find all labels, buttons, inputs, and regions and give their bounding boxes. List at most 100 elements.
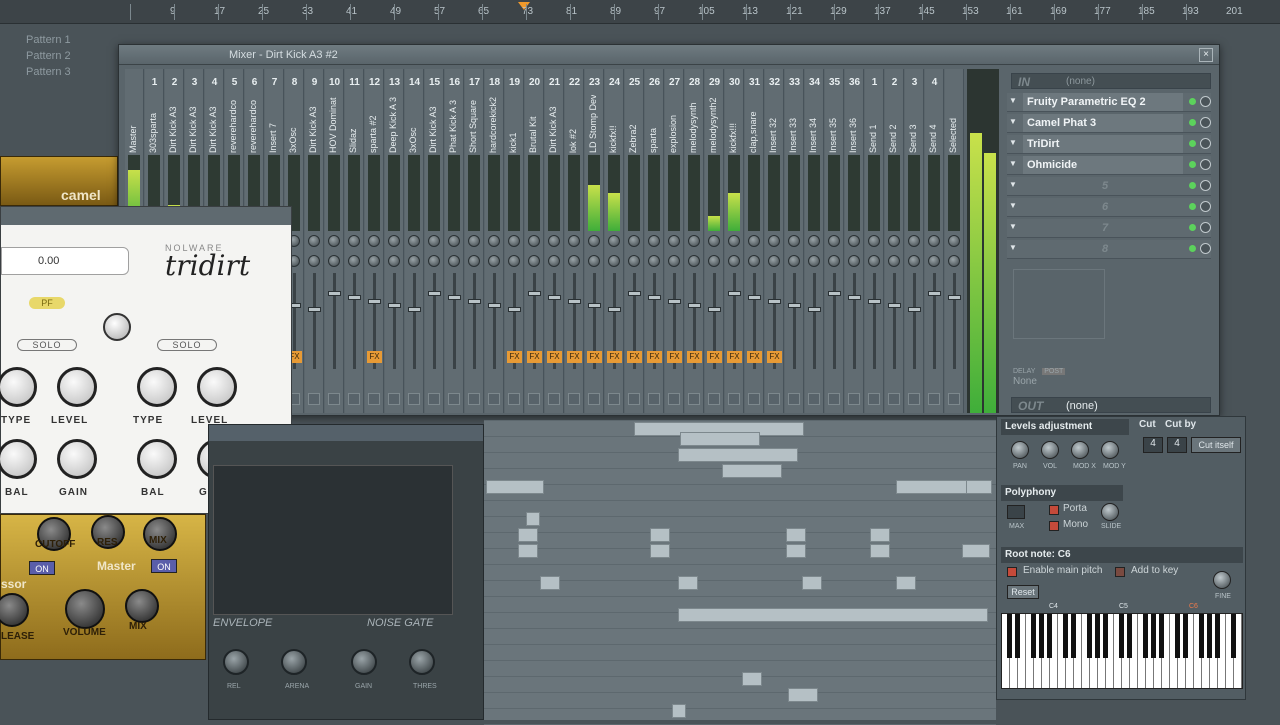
slot-label[interactable]: TriDirt	[1023, 135, 1183, 153]
mixer-strip[interactable]: 14 3xOsc	[405, 69, 424, 413]
slide-knob[interactable]	[1101, 503, 1119, 521]
route-button[interactable]	[308, 393, 320, 405]
pan-knob[interactable]	[848, 235, 860, 247]
pan-knob[interactable]	[408, 235, 420, 247]
stereo-knob[interactable]	[488, 255, 500, 267]
stereo-knob[interactable]	[848, 255, 860, 267]
volume-fader[interactable]	[448, 273, 461, 369]
note-block[interactable]	[788, 688, 818, 702]
volume-fader[interactable]	[868, 273, 881, 369]
effect-slot[interactable]: ▼ Camel Phat 3	[1007, 114, 1211, 133]
note-block[interactable]	[896, 576, 916, 590]
route-button[interactable]	[728, 393, 740, 405]
note-block[interactable]	[672, 704, 686, 718]
slot-label[interactable]: 7	[1023, 219, 1183, 237]
black-key[interactable]	[1031, 614, 1036, 658]
stereo-knob[interactable]	[388, 255, 400, 267]
mixer-strip[interactable]: 25 Zebra2 FX	[625, 69, 644, 413]
note-block[interactable]	[786, 544, 806, 558]
mixer-strip[interactable]: 24 kickfx!! FX	[605, 69, 624, 413]
route-button[interactable]	[388, 393, 400, 405]
volume-fader[interactable]	[408, 273, 421, 369]
stereo-knob[interactable]	[788, 255, 800, 267]
pan-knob[interactable]	[868, 235, 880, 247]
pattern-item[interactable]: Pattern 3	[26, 66, 71, 78]
mixer-strip[interactable]: 31 clap,snare FX	[745, 69, 764, 413]
mixer-strip[interactable]: 4 Send 4	[925, 69, 944, 413]
mixer-strip[interactable]: Selected	[945, 69, 964, 413]
route-button[interactable]	[408, 393, 420, 405]
note-block[interactable]	[650, 528, 670, 542]
slot-enable-led[interactable]	[1189, 245, 1196, 252]
slot-menu-arrow-icon[interactable]: ▼	[1009, 201, 1019, 213]
route-button[interactable]	[508, 393, 520, 405]
gain-knob-1[interactable]	[57, 439, 97, 479]
route-button[interactable]	[848, 393, 860, 405]
stereo-knob[interactable]	[808, 255, 820, 267]
slot-mix-knob[interactable]	[1200, 96, 1211, 107]
pan-knob[interactable]	[608, 235, 620, 247]
route-button[interactable]	[368, 393, 380, 405]
stereo-knob[interactable]	[328, 255, 340, 267]
volume-fader[interactable]	[388, 273, 401, 369]
volume-fader[interactable]	[328, 273, 341, 369]
effect-slot[interactable]: ▼ 7	[1007, 219, 1211, 238]
pan-knob[interactable]	[828, 235, 840, 247]
stereo-knob[interactable]	[768, 255, 780, 267]
enable-main-pitch-checkbox[interactable]	[1007, 567, 1017, 577]
pan-knob[interactable]	[468, 235, 480, 247]
pan-knob[interactable]	[808, 235, 820, 247]
black-key[interactable]	[1215, 614, 1220, 658]
route-button[interactable]	[768, 393, 780, 405]
black-key[interactable]	[1199, 614, 1204, 658]
route-button[interactable]	[868, 393, 880, 405]
mixer-strip[interactable]: 1 Send 1	[865, 69, 884, 413]
route-button[interactable]	[708, 393, 720, 405]
mixer-strip[interactable]: 21 Dirt Kick A3 FX	[545, 69, 564, 413]
route-button[interactable]	[888, 393, 900, 405]
black-key[interactable]	[1151, 614, 1156, 658]
type-knob-2[interactable]	[137, 367, 177, 407]
note-block[interactable]	[870, 544, 890, 558]
pan-knob[interactable]	[628, 235, 640, 247]
stereo-knob[interactable]	[708, 255, 720, 267]
cut-itself-button[interactable]: Cut itself	[1191, 437, 1241, 453]
note-block[interactable]	[486, 480, 544, 494]
slot-label[interactable]: Ohmicide	[1023, 156, 1183, 174]
solo-button-2[interactable]: SOLO	[157, 339, 217, 351]
black-key[interactable]	[1103, 614, 1108, 658]
slot-enable-led[interactable]	[1189, 224, 1196, 231]
pf-badge[interactable]: PF	[29, 297, 65, 309]
mixer-strip[interactable]: 28 melodysynth FX	[685, 69, 704, 413]
mixer-strip[interactable]: 22 lok #2 FX	[565, 69, 584, 413]
on-toggle[interactable]: ON	[29, 561, 55, 575]
add-to-key-checkbox[interactable]	[1115, 567, 1125, 577]
pan-knob[interactable]	[908, 235, 920, 247]
black-key[interactable]	[1143, 614, 1148, 658]
note-block[interactable]	[518, 544, 538, 558]
mixer-strip[interactable]: 9 Dirt Kick A3	[305, 69, 324, 413]
slot-menu-arrow-icon[interactable]: ▼	[1009, 96, 1019, 108]
pan-knob[interactable]	[888, 235, 900, 247]
eq-preview[interactable]	[1013, 269, 1105, 339]
mixer-strip[interactable]: 34 Insert 34	[805, 69, 824, 413]
effect-slot[interactable]: ▼ Fruity Parametric EQ 2	[1007, 93, 1211, 112]
pan-knob[interactable]	[588, 235, 600, 247]
mixer-strip[interactable]: 15 Dirt Kick A3	[425, 69, 444, 413]
pan-knob[interactable]	[688, 235, 700, 247]
note-block[interactable]	[678, 608, 988, 622]
level-knob[interactable]	[1101, 441, 1119, 459]
slot-label[interactable]: 8	[1023, 240, 1183, 258]
stereo-knob[interactable]	[588, 255, 600, 267]
pan-knob[interactable]	[768, 235, 780, 247]
slot-label[interactable]: 5	[1023, 177, 1183, 195]
pan-knob[interactable]	[528, 235, 540, 247]
pan-knob[interactable]	[728, 235, 740, 247]
black-key[interactable]	[1159, 614, 1164, 658]
stereo-knob[interactable]	[668, 255, 680, 267]
route-button[interactable]	[488, 393, 500, 405]
pan-knob[interactable]	[388, 235, 400, 247]
slot-mix-knob[interactable]	[1200, 159, 1211, 170]
mixer-strip[interactable]: 10 HOV Dominat	[325, 69, 344, 413]
volume-fader[interactable]	[348, 273, 361, 369]
